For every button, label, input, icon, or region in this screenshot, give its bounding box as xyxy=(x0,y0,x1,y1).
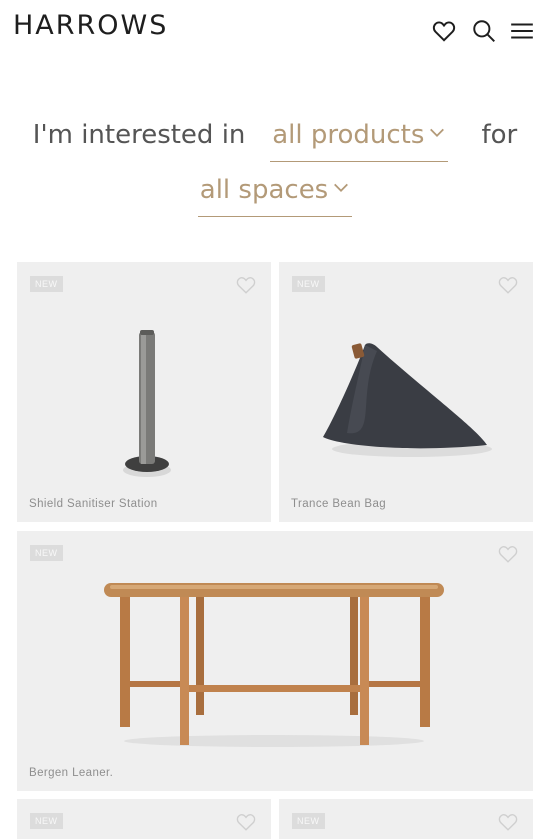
product-card[interactable]: NEW Trance Bean Bag xyxy=(279,262,533,522)
product-card[interactable]: NEW Shield Sanitiser Station xyxy=(17,262,271,522)
product-name: Shield Sanitiser Station xyxy=(29,498,158,510)
chevron-down-icon xyxy=(428,124,446,142)
favourite-heart-icon[interactable] xyxy=(235,811,257,833)
space-value: all spaces xyxy=(199,175,329,205)
new-badge: NEW xyxy=(30,545,63,561)
product-name: Trance Bean Bag xyxy=(291,498,387,510)
new-badge: NEW xyxy=(30,813,63,829)
favourite-heart-icon[interactable] xyxy=(497,543,519,565)
bean-bag-image xyxy=(323,343,492,457)
bergen-leaner-table-image xyxy=(104,583,444,747)
new-badge: NEW xyxy=(292,813,325,829)
search-icon[interactable] xyxy=(471,18,497,44)
product-card[interactable]: NEW xyxy=(17,799,271,839)
new-badge: NEW xyxy=(292,276,325,292)
brand-logo[interactable]: HARROWS xyxy=(13,10,168,41)
filter-joiner-text: for xyxy=(481,120,518,150)
space-select[interactable]: all spaces xyxy=(197,168,353,217)
filter-prefix-text: I'm interested in xyxy=(32,120,246,150)
product-card[interactable]: NEW xyxy=(279,799,533,839)
wishlist-heart-icon[interactable] xyxy=(431,18,457,44)
favourite-heart-icon[interactable] xyxy=(497,274,519,296)
favourite-heart-icon[interactable] xyxy=(235,274,257,296)
chevron-down-icon xyxy=(332,179,350,197)
product-name: Bergen Leaner. xyxy=(29,767,114,779)
new-badge: NEW xyxy=(30,276,63,292)
favourite-heart-icon[interactable] xyxy=(497,811,519,833)
product-filter-sentence: I'm interested in all products for all s… xyxy=(0,108,550,218)
product-card[interactable]: NEW Bergen Leaner. xyxy=(17,531,533,791)
site-header: HARROWS xyxy=(0,0,550,60)
product-category-select[interactable]: all products xyxy=(270,113,449,162)
hamburger-menu-icon[interactable] xyxy=(509,18,535,44)
sanitiser-station-image xyxy=(123,330,171,477)
product-category-value: all products xyxy=(272,120,425,150)
